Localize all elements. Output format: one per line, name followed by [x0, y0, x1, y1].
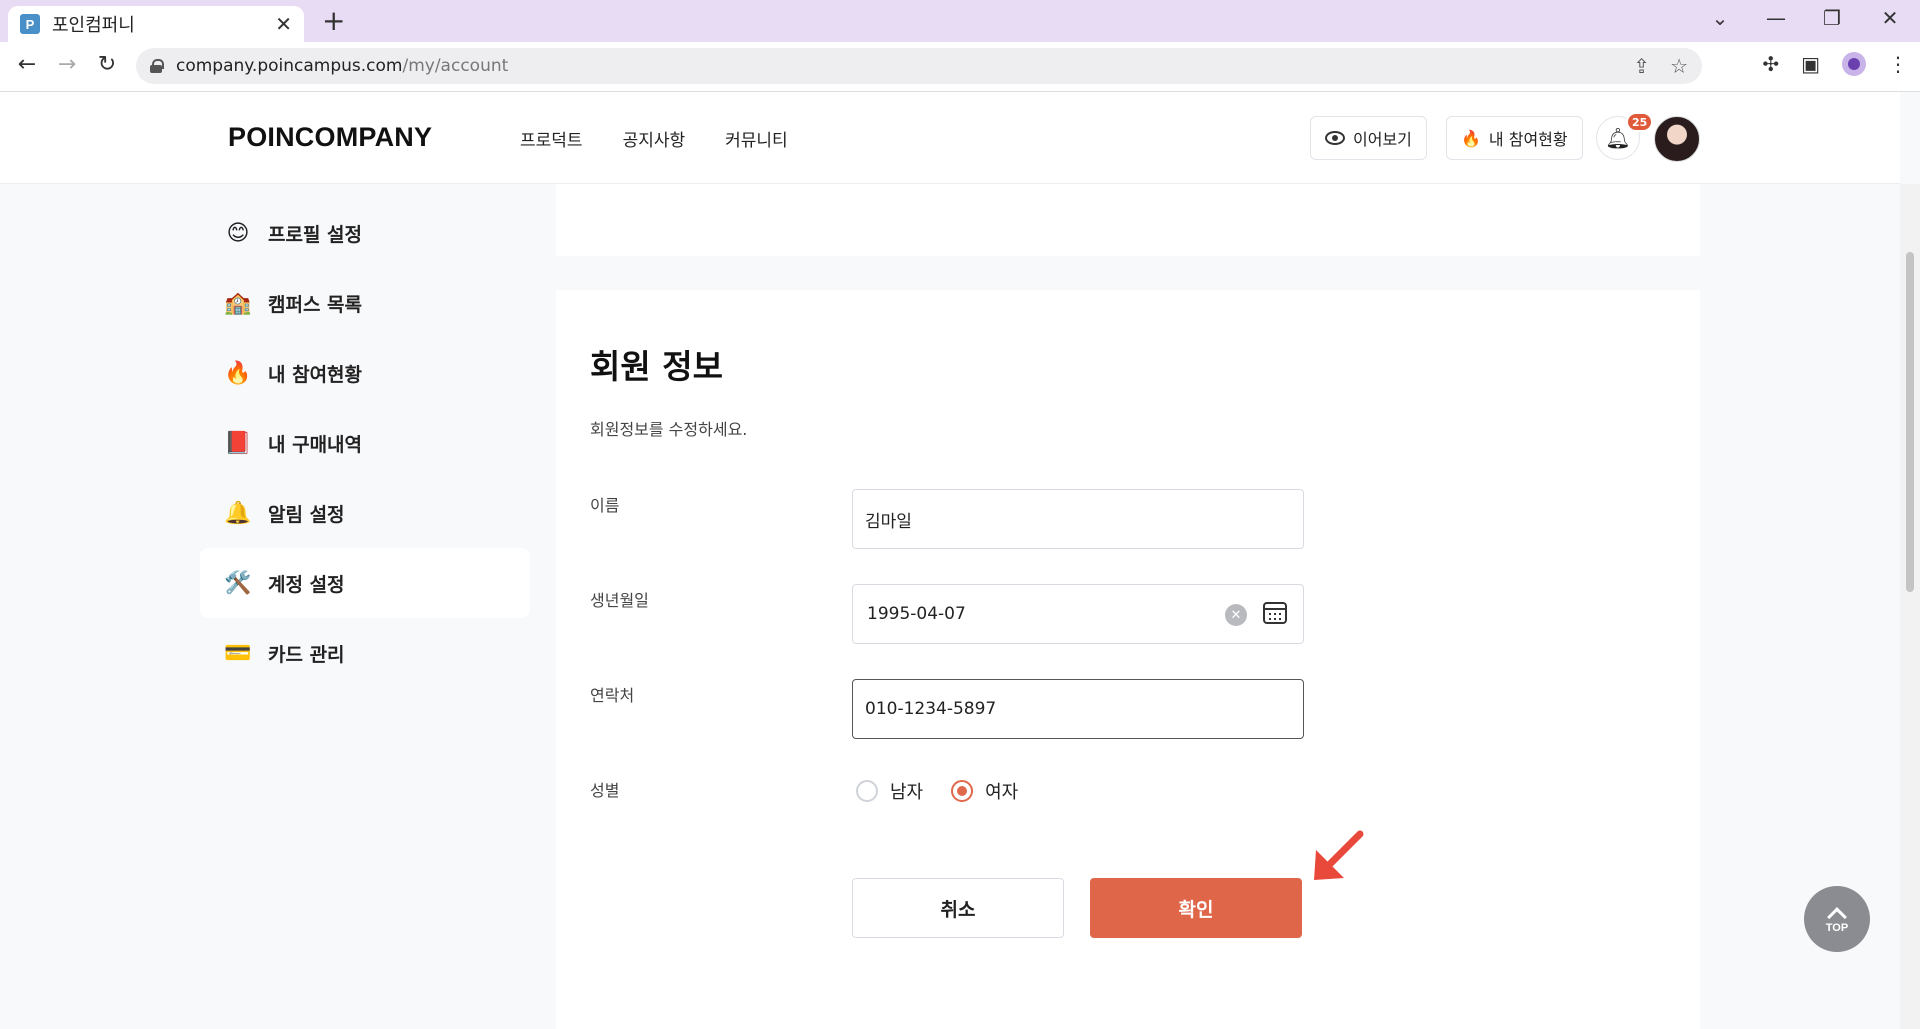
gender-female-radio[interactable]: 여자 — [951, 778, 1018, 804]
annotation-arrow-icon — [1314, 830, 1364, 880]
page-subtitle: 회원정보를 수정하세요. — [590, 420, 748, 439]
minimize-icon[interactable]: — — [1756, 6, 1796, 30]
nav-community[interactable]: 커뮤니티 — [725, 126, 788, 151]
browser-toolbar: ← → ↻ company.poincampus.com/my/account … — [0, 42, 1920, 92]
sidebar-item-cards[interactable]: 💳 카드 관리 — [200, 618, 530, 688]
sidebar-item-purchases[interactable]: 📕 내 구매내역 — [200, 408, 530, 478]
url-host: company.poincampus.com — [176, 56, 403, 76]
new-tab-icon[interactable]: + — [322, 6, 345, 36]
my-participation-button[interactable]: 🔥 내 참여현황 — [1446, 116, 1583, 160]
sidebar-item-label: 내 참여현황 — [268, 363, 363, 386]
clear-icon[interactable]: ✕ — [1225, 604, 1247, 626]
tab-search-chevron-icon[interactable]: ⌄ — [1700, 6, 1740, 30]
school-icon: 🏫 — [224, 290, 252, 316]
birthdate-field[interactable]: ✕ — [852, 584, 1304, 644]
browser-menu-icon[interactable]: ⋮ — [1888, 52, 1908, 76]
address-bar[interactable]: company.poincampus.com/my/account ⇪ ☆ — [136, 48, 1702, 84]
notification-count-badge: 25 — [1626, 112, 1654, 132]
sidebar-item-label: 내 구매내역 — [268, 433, 363, 456]
scrollbar-thumb[interactable] — [1906, 252, 1914, 592]
sidebar-item-notifications[interactable]: 🔔 알림 설정 — [200, 478, 530, 548]
sidebar-item-label: 알림 설정 — [268, 503, 345, 526]
tab-title: 포인컴퍼니 — [52, 15, 135, 36]
main-nav: 프로덕트 공지사항 커뮤니티 — [520, 126, 788, 151]
reload-icon[interactable]: ↻ — [92, 52, 122, 77]
birthdate-input[interactable] — [867, 604, 1207, 624]
scroll-to-top-button[interactable]: TOP — [1804, 886, 1870, 952]
phone-input[interactable] — [865, 699, 1303, 719]
page-scrollbar[interactable] — [1900, 184, 1920, 1029]
radio-unchecked-icon[interactable] — [856, 780, 878, 802]
gender-radio-group: 남자 여자 — [856, 778, 1018, 804]
continue-watching-label: 이어보기 — [1353, 130, 1412, 149]
site-favicon-icon: P — [20, 14, 40, 34]
browser-tab-bar: P 포인컴퍼니 ✕ + ⌄ — ❐ ✕ — [0, 0, 1920, 42]
continue-watching-button[interactable]: 이어보기 — [1310, 116, 1427, 160]
eye-icon — [1325, 131, 1345, 145]
name-field[interactable] — [852, 489, 1304, 549]
my-participation-label: 내 참여현황 — [1488, 130, 1568, 149]
window-close-icon[interactable]: ✕ — [1870, 6, 1910, 30]
forward-arrow-icon[interactable]: → — [52, 52, 82, 77]
confirm-button[interactable]: 확인 — [1090, 878, 1302, 938]
tools-icon: 🛠️ — [224, 570, 252, 596]
name-label: 이름 — [590, 496, 620, 515]
extensions-puzzle-icon[interactable]: ✣ — [1762, 52, 1779, 76]
fire-icon: 🔥 — [224, 360, 252, 386]
cancel-button[interactable]: 취소 — [852, 878, 1064, 938]
browser-tab[interactable]: P 포인컴퍼니 ✕ — [8, 6, 304, 42]
gender-male-label: 남자 — [890, 782, 924, 803]
nav-product[interactable]: 프로덕트 — [520, 126, 583, 151]
lock-icon[interactable] — [150, 59, 164, 73]
account-sidebar: 😊 프로필 설정 🏫 캠퍼스 목록 🔥 내 참여현황 📕 내 구매내역 🔔 알림… — [200, 198, 530, 688]
sidebar-item-profile[interactable]: 😊 프로필 설정 — [200, 198, 530, 268]
sidebar-item-label: 카드 관리 — [268, 643, 345, 666]
browser-profile-icon[interactable] — [1842, 52, 1866, 76]
previous-section-panel — [556, 184, 1700, 256]
sidebar-item-label: 캠퍼스 목록 — [268, 293, 363, 316]
page-title: 회원 정보 — [590, 347, 723, 386]
nav-notice[interactable]: 공지사항 — [623, 126, 686, 151]
site-header: POINCOMPANY 프로덕트 공지사항 커뮤니티 이어보기 🔥 내 참여현황… — [0, 92, 1900, 184]
bookmark-star-icon[interactable]: ☆ — [1670, 54, 1688, 78]
phone-label: 연락처 — [590, 686, 635, 705]
phone-field[interactable] — [852, 679, 1304, 739]
name-input[interactable] — [865, 509, 1303, 529]
credit-card-icon: 💳 — [224, 640, 252, 666]
gender-label: 성별 — [590, 781, 620, 800]
url-path: /my/account — [402, 56, 509, 76]
sidebar-item-account-settings[interactable]: 🛠️ 계정 설정 — [200, 548, 530, 618]
site-logo[interactable]: POINCOMPANY — [228, 122, 432, 153]
gender-male-radio[interactable]: 남자 — [856, 778, 923, 804]
back-arrow-icon[interactable]: ← — [12, 52, 42, 77]
book-icon: 📕 — [224, 430, 252, 456]
sidebar-item-participation[interactable]: 🔥 내 참여현황 — [200, 338, 530, 408]
bell-icon: 🔔 — [224, 500, 252, 526]
fire-icon: 🔥 — [1461, 128, 1481, 148]
share-icon[interactable]: ⇪ — [1633, 54, 1650, 78]
radio-checked-icon[interactable] — [951, 780, 974, 802]
smile-icon: 😊 — [226, 220, 250, 246]
restore-icon[interactable]: ❐ — [1812, 6, 1852, 30]
calendar-icon[interactable] — [1263, 602, 1287, 624]
birthdate-label: 생년월일 — [590, 591, 649, 610]
gender-female-label: 여자 — [985, 782, 1019, 803]
user-avatar[interactable] — [1654, 116, 1700, 162]
tab-close-icon[interactable]: ✕ — [275, 12, 292, 36]
sidebar-item-label: 프로필 설정 — [268, 223, 363, 246]
sidebar-item-label: 계정 설정 — [268, 573, 345, 596]
sidebar-item-campus-list[interactable]: 🏫 캠퍼스 목록 — [200, 268, 530, 338]
side-panel-icon[interactable]: ▣ — [1801, 52, 1820, 76]
